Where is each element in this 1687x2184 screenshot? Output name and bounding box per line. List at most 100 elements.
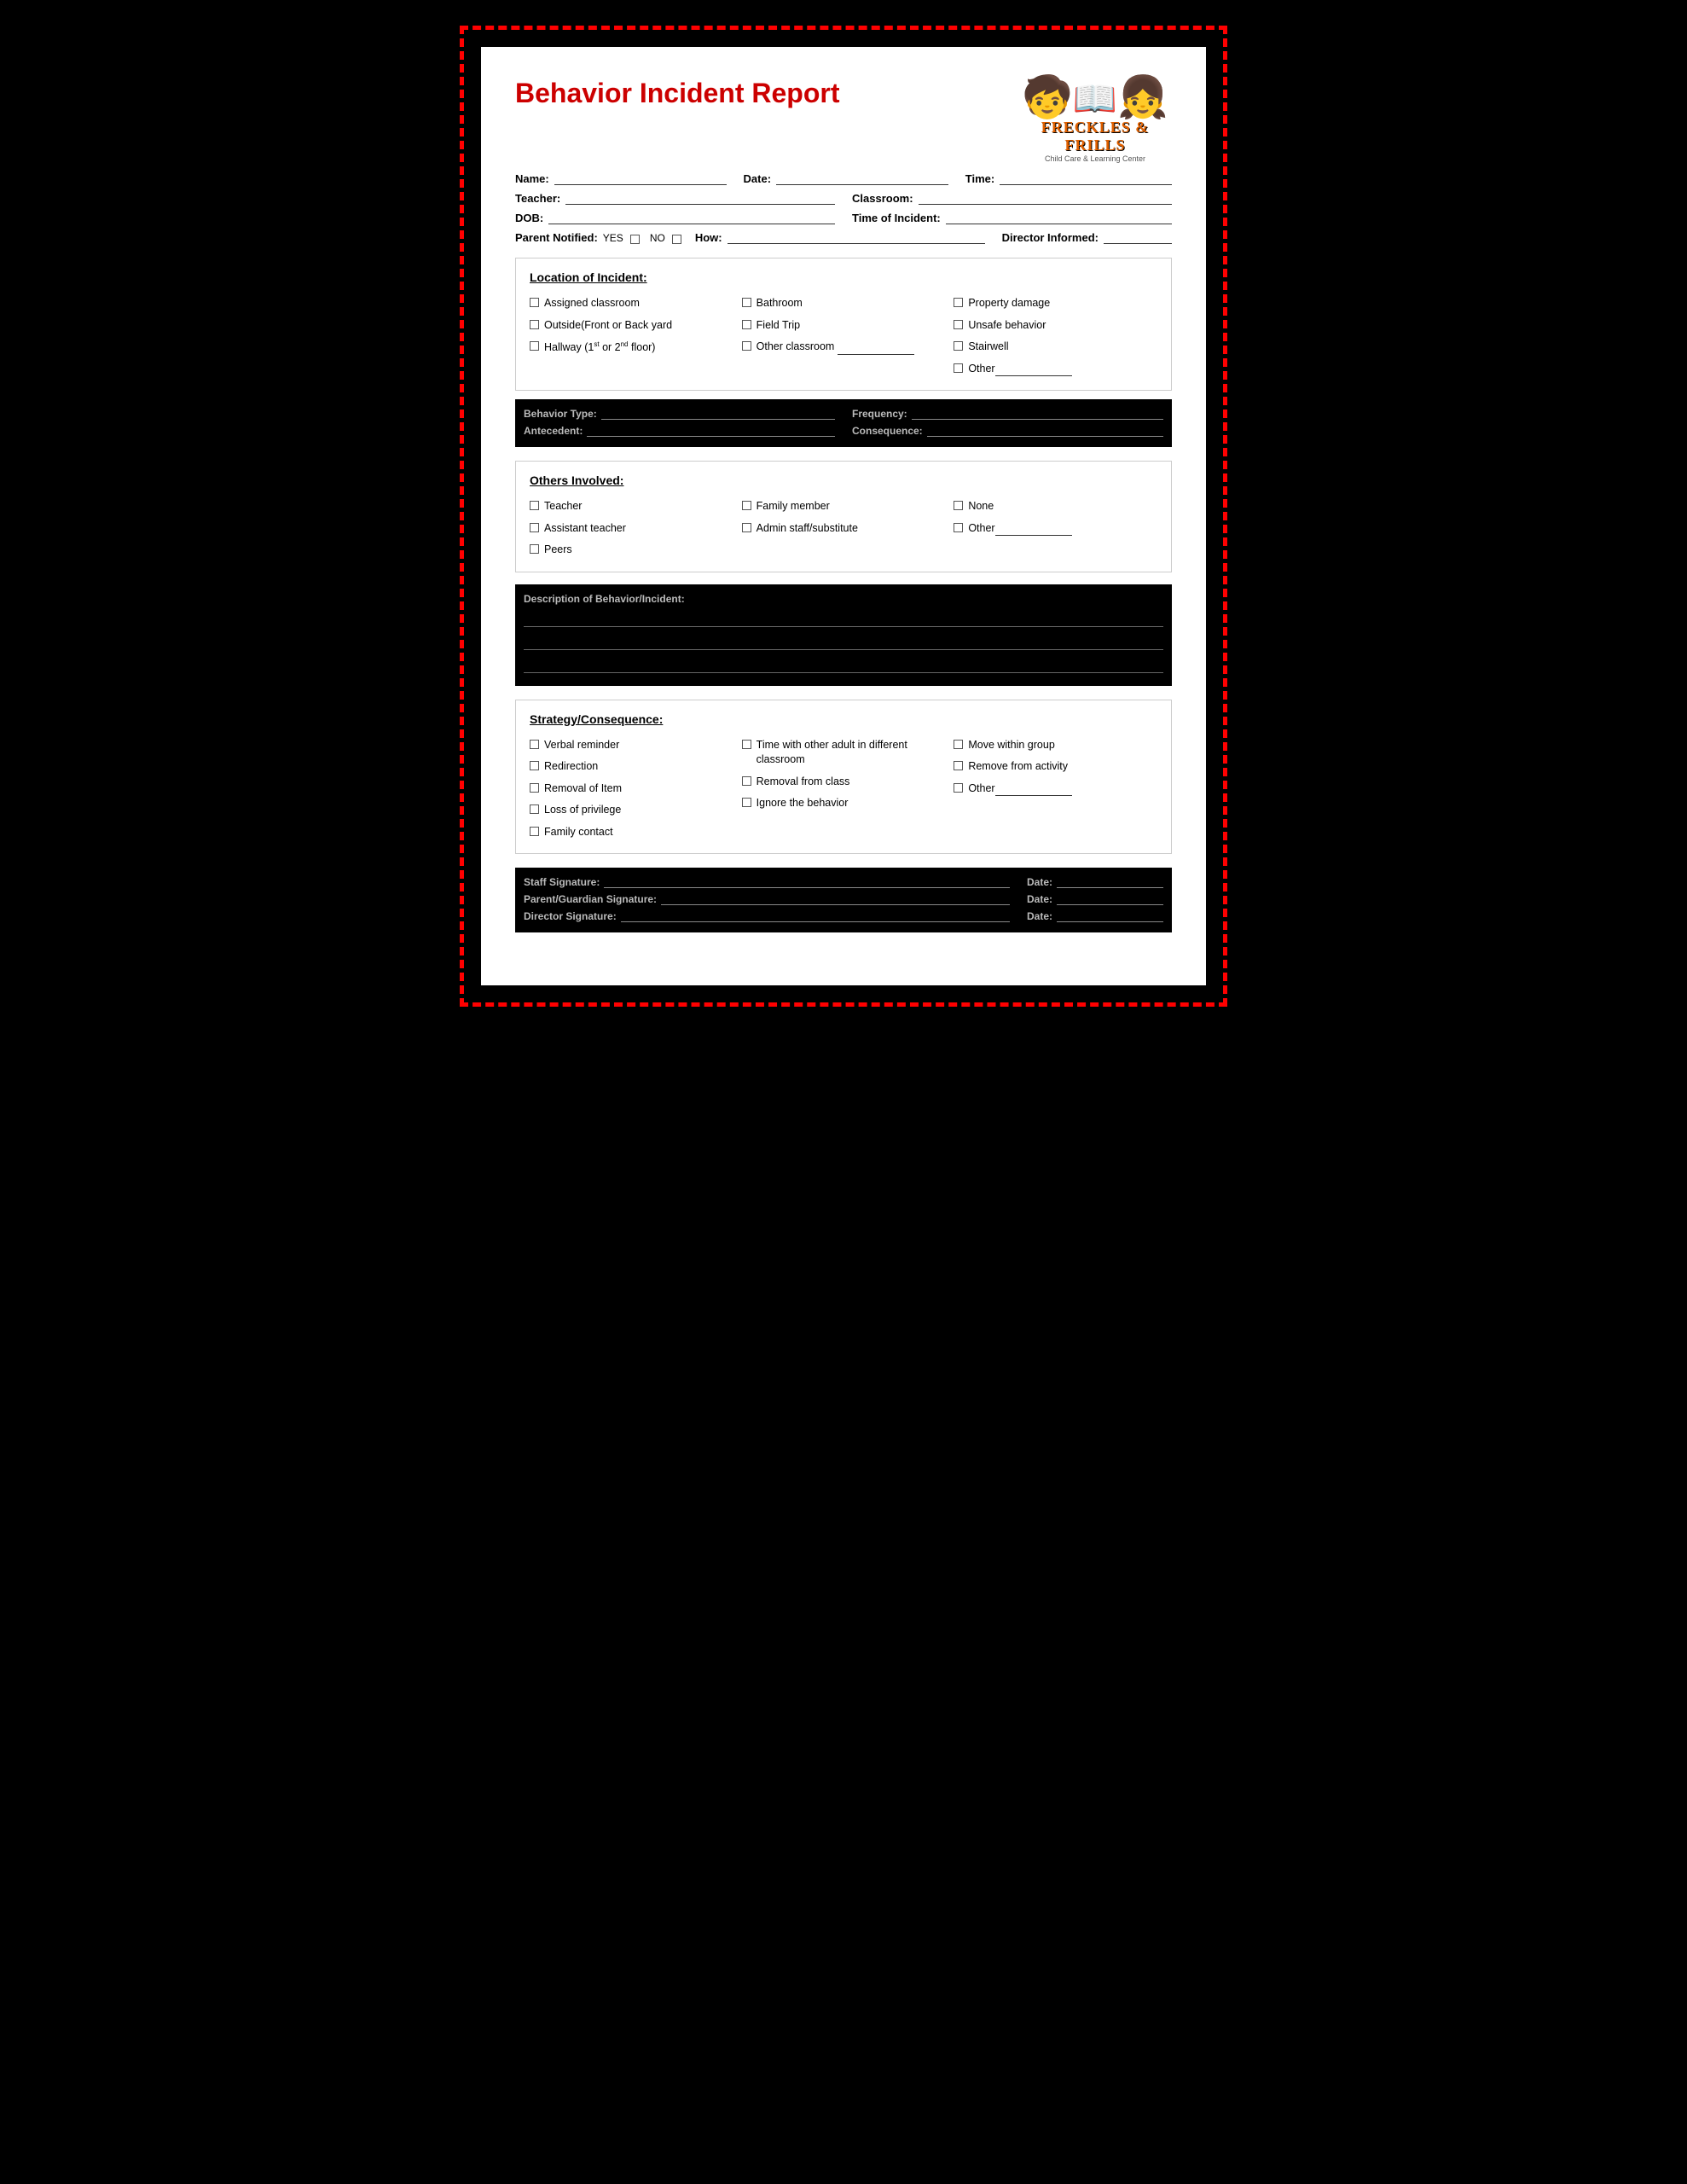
antecedent-field[interactable] xyxy=(587,423,835,437)
narrative-line[interactable] xyxy=(524,608,1163,627)
hallway-checkbox[interactable] xyxy=(530,341,539,351)
admin-staff-checkbox[interactable] xyxy=(742,523,751,532)
form-fields-top: Name: Date: Time: Teacher: Classroom: xyxy=(515,171,1172,244)
director-sig-label: Director Signature: xyxy=(524,910,617,922)
other-loc-label: Other xyxy=(968,362,1071,377)
list-item: Bathroom xyxy=(742,294,946,313)
verbal-reminder-checkbox[interactable] xyxy=(530,740,539,749)
dob-incident-row: DOB: Time of Incident: xyxy=(515,211,1172,224)
strategy-col3: Move within group Remove from activity O… xyxy=(954,736,1157,842)
strategy-checkbox-grid: Verbal reminder Redirection Removal of I… xyxy=(530,736,1157,842)
staff-sig-field: Staff Signature: xyxy=(524,874,1010,888)
parent-sig-date-field: Date: xyxy=(1027,892,1163,905)
removal-class-label: Removal from class xyxy=(757,775,850,790)
list-item: Verbal reminder xyxy=(530,736,733,755)
family-member-label: Family member xyxy=(757,499,830,514)
list-item: Other classroom xyxy=(742,338,946,357)
ignore-behavior-checkbox[interactable] xyxy=(742,798,751,807)
list-item: Family contact xyxy=(530,823,733,842)
how-label: How: xyxy=(695,231,722,244)
field-trip-label: Field Trip xyxy=(757,318,800,334)
header: Behavior Incident Report 🧒📖👧 FRECKLES & … xyxy=(515,78,1172,163)
date-field[interactable] xyxy=(776,171,948,185)
bathroom-checkbox[interactable] xyxy=(742,298,751,307)
parent-sig-date-input[interactable] xyxy=(1057,892,1163,905)
time-other-adult-checkbox[interactable] xyxy=(742,740,751,749)
parent-sig-label: Parent/Guardian Signature: xyxy=(524,893,657,905)
list-item: Peers xyxy=(530,541,733,560)
family-contact-checkbox[interactable] xyxy=(530,827,539,836)
field-trip-checkbox[interactable] xyxy=(742,320,751,329)
other-others-checkbox[interactable] xyxy=(954,523,963,532)
no-checkbox[interactable] xyxy=(672,235,681,244)
incident-time-row: Time of Incident: xyxy=(852,211,1172,224)
list-item: Admin staff/substitute xyxy=(742,520,946,538)
behavior-type-section: Behavior Type: Frequency: Antecedent: Co… xyxy=(515,399,1172,447)
move-within-group-label: Move within group xyxy=(968,738,1054,753)
others-col3: None Other xyxy=(954,497,1157,560)
staff-sig-input[interactable] xyxy=(604,874,1010,888)
other-classroom-checkbox[interactable] xyxy=(742,341,751,351)
teacher-field[interactable] xyxy=(565,191,835,205)
list-item: Assigned classroom xyxy=(530,294,733,313)
removal-class-checkbox[interactable] xyxy=(742,776,751,786)
time-field[interactable] xyxy=(1000,171,1172,185)
sig-date-input[interactable] xyxy=(1057,874,1163,888)
signature-section: Staff Signature: Date: Parent/Guardian S… xyxy=(515,868,1172,932)
loss-privilege-checkbox[interactable] xyxy=(530,804,539,814)
move-within-group-checkbox[interactable] xyxy=(954,740,963,749)
family-member-checkbox[interactable] xyxy=(742,501,751,510)
none-label: None xyxy=(968,499,994,514)
list-item: Other xyxy=(954,780,1157,799)
parent-sig-input[interactable] xyxy=(661,892,1010,905)
family-contact-label: Family contact xyxy=(544,825,613,840)
name-field[interactable] xyxy=(554,171,727,185)
behavior-type-field[interactable] xyxy=(601,406,835,420)
bathroom-label: Bathroom xyxy=(757,296,803,311)
list-item: Removal from class xyxy=(742,773,946,792)
director-sig-input[interactable] xyxy=(621,909,1010,922)
frequency-field[interactable] xyxy=(912,406,1163,420)
director-sig-date-field: Date: xyxy=(1027,909,1163,922)
peers-checkbox[interactable] xyxy=(530,544,539,554)
director-sig-field: Director Signature: xyxy=(524,909,1010,922)
redirection-checkbox[interactable] xyxy=(530,761,539,770)
others-title: Others Involved: xyxy=(530,473,1157,487)
other-loc-checkbox[interactable] xyxy=(954,363,963,373)
location-col2: Bathroom Field Trip Other classroom xyxy=(742,294,946,378)
parent-sig-field: Parent/Guardian Signature: xyxy=(524,892,1010,905)
teacher-checkbox[interactable] xyxy=(530,501,539,510)
list-item: Removal of Item xyxy=(530,780,733,799)
no-label: NO xyxy=(650,232,665,244)
property-damage-label: Property damage xyxy=(968,296,1050,311)
consequence-field[interactable] xyxy=(927,423,1163,437)
director-field[interactable] xyxy=(1104,230,1172,244)
director-sig-date-input[interactable] xyxy=(1057,909,1163,922)
none-checkbox[interactable] xyxy=(954,501,963,510)
asst-teacher-checkbox[interactable] xyxy=(530,523,539,532)
list-item: Teacher xyxy=(530,497,733,516)
incident-time-field[interactable] xyxy=(946,211,1172,224)
removal-item-checkbox[interactable] xyxy=(530,783,539,793)
outside-checkbox[interactable] xyxy=(530,320,539,329)
other-strategy-checkbox[interactable] xyxy=(954,783,963,793)
teacher-label: Teacher: xyxy=(515,192,560,205)
narrative-label: Description of Behavior/Incident: xyxy=(524,593,1163,605)
logo-decoration: 🧒📖👧 xyxy=(1018,78,1172,119)
stairwell-checkbox[interactable] xyxy=(954,341,963,351)
how-field[interactable] xyxy=(728,230,985,244)
date-label: Date: xyxy=(744,172,772,185)
remove-activity-checkbox[interactable] xyxy=(954,761,963,770)
property-damage-checkbox[interactable] xyxy=(954,298,963,307)
brand-name: FRECKLES & FRILLS xyxy=(1018,119,1172,154)
dob-field[interactable] xyxy=(548,211,835,224)
narrative-line[interactable] xyxy=(524,631,1163,650)
narrative-line[interactable] xyxy=(524,654,1163,673)
yes-checkbox[interactable] xyxy=(630,235,640,244)
assigned-classroom-checkbox[interactable] xyxy=(530,298,539,307)
time-other-adult-label: Time with other adult in different class… xyxy=(757,738,946,768)
unsafe-behavior-checkbox[interactable] xyxy=(954,320,963,329)
classroom-field[interactable] xyxy=(919,191,1172,205)
other-others-label: Other xyxy=(968,521,1071,537)
assigned-classroom-label: Assigned classroom xyxy=(544,296,640,311)
